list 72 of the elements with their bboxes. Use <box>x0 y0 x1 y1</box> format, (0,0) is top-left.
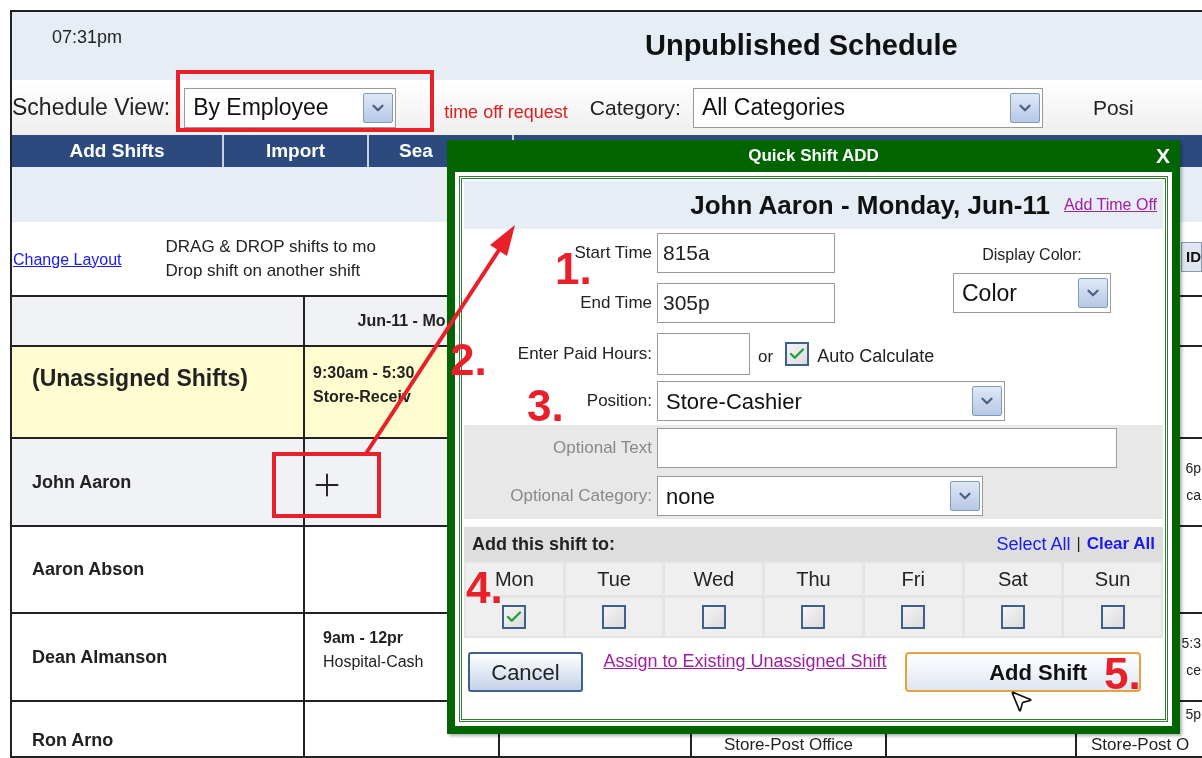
checkbox[interactable] <box>901 605 926 629</box>
shift-text: Store-Post Office <box>723 735 854 755</box>
instruction-text: DRAG & DROP shifts to mo <box>165 235 376 258</box>
field-label: Position: <box>586 390 652 413</box>
checkbox[interactable] <box>701 605 726 629</box>
paid-hours-field[interactable] <box>657 333 750 375</box>
field-label: Optional Text <box>552 437 653 460</box>
day-label: Sat <box>997 567 1028 592</box>
checkbox[interactable] <box>502 605 527 629</box>
employee-name: Ron Arno <box>32 729 114 752</box>
chevron-down-icon <box>1009 92 1040 123</box>
or-text: or <box>758 346 774 369</box>
day-label: Tue <box>597 567 631 592</box>
field-label: Category: <box>589 94 681 121</box>
time-text: 07:31pm <box>51 26 123 49</box>
start-time-field[interactable]: 815a <box>657 233 835 273</box>
field-label: Schedule View: <box>12 93 171 123</box>
clear-all-link[interactable]: Clear All <box>1086 531 1155 557</box>
add-time-off-link[interactable]: Add Time Off <box>1063 193 1157 217</box>
checkbox[interactable] <box>801 605 826 629</box>
optional-text-field[interactable] <box>657 428 1117 468</box>
select-all-link[interactable]: Select All <box>996 530 1071 558</box>
shift-text: ce <box>1186 661 1202 680</box>
page-title: Unpublished Schedule <box>645 28 958 63</box>
separator-text: | <box>1076 534 1081 554</box>
dialog-heading: John Aaron - Monday, Jun-11 <box>690 188 1050 222</box>
employee-name: Aaron Abson <box>32 558 145 581</box>
day-label: Fri <box>901 567 925 592</box>
change-layout-link[interactable]: Change Layout <box>13 247 122 272</box>
section-label: Add this shift to: <box>472 532 615 556</box>
shift-text: 5:3 <box>1181 634 1202 653</box>
field-label: Display Color: <box>982 245 1082 265</box>
chevron-down-icon <box>972 386 1002 416</box>
employee-name: John Aaron <box>32 470 132 494</box>
notice-link[interactable]: time off request <box>444 99 568 126</box>
field-label: Optional Category: <box>509 485 653 508</box>
field-label: Posi <box>1092 94 1134 121</box>
checkbox[interactable] <box>1000 605 1025 629</box>
column-header: Jun-11 - Mo <box>357 311 446 331</box>
category-select[interactable]: All Categories <box>692 87 1043 128</box>
shift-text: 6p <box>1185 459 1202 478</box>
chevron-down-icon <box>1078 278 1108 308</box>
checkbox[interactable] <box>1100 605 1125 629</box>
day-label: Thu <box>796 567 831 592</box>
dialog-title: Quick Shift ADD <box>748 145 879 168</box>
shift-text: 5p <box>1185 705 1202 724</box>
day-label: Sun <box>1094 567 1131 592</box>
shift-text: Hospital-Cash <box>323 652 424 672</box>
optional-category-select[interactable]: none <box>657 476 983 516</box>
display-color-select[interactable]: Color <box>953 273 1111 313</box>
schedule-view-select[interactable]: By Employee <box>184 87 397 128</box>
step-number: 3. <box>527 384 564 428</box>
shift-text: Store-Post O <box>1090 735 1191 755</box>
position-select[interactable]: Store-Cashier <box>657 381 1005 421</box>
checkbox[interactable] <box>602 605 627 629</box>
shift-text: ca <box>1186 486 1202 505</box>
side-button[interactable]: ID <box>1181 242 1202 272</box>
field-label: End Time <box>579 292 653 315</box>
instruction-text: Drop shift on another shift <box>165 259 362 282</box>
end-time-field[interactable]: 305p <box>657 283 835 323</box>
chevron-down-icon <box>363 92 394 123</box>
shift-text: 9am - 12pr <box>323 628 404 648</box>
checkbox[interactable] <box>785 342 810 366</box>
assign-shift-link[interactable]: Assign to Existing Unassigned Shift <box>595 648 895 674</box>
shift-text: 9:30am - 5:30 <box>313 363 415 383</box>
cancel-button[interactable]: Cancel <box>468 652 583 692</box>
close-button[interactable]: X <box>1156 140 1170 172</box>
checkbox-label: Auto Calculate <box>817 344 935 368</box>
employee-name: (Unassigned Shifts) <box>32 364 248 393</box>
chevron-down-icon <box>950 481 980 511</box>
day-label: Wed <box>693 567 735 592</box>
employee-name: Dean Almanson <box>32 645 168 669</box>
